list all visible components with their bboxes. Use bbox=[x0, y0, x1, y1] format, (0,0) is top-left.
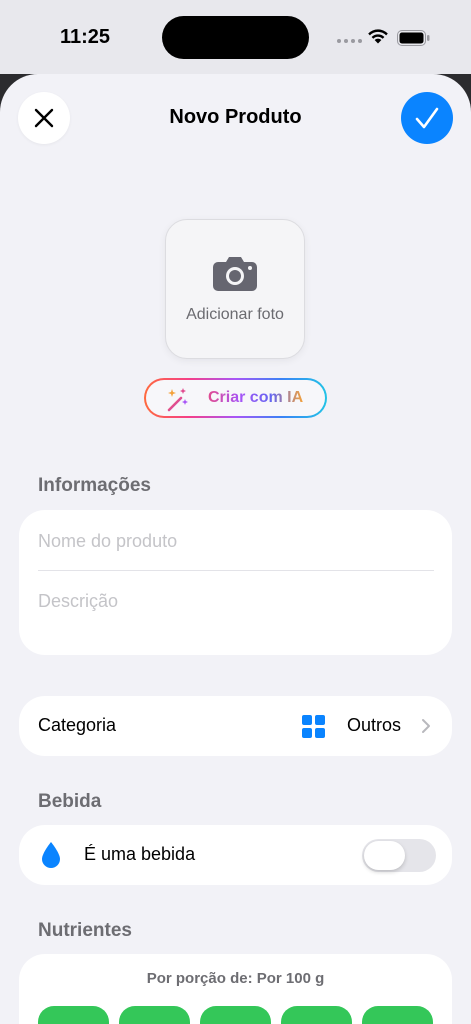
nutrient-pill[interactable] bbox=[281, 1006, 352, 1024]
checkmark-icon bbox=[415, 107, 439, 129]
section-header-nutrients: Nutrientes bbox=[38, 920, 132, 941]
create-with-ai-label: Criar com IA bbox=[208, 389, 304, 406]
water-drop-icon bbox=[42, 842, 60, 868]
description-input[interactable]: Descrição bbox=[38, 591, 118, 612]
nutrients-card: Por porção de: Por 100 g bbox=[19, 954, 452, 1024]
section-header-beverage: Bebida bbox=[38, 791, 102, 812]
nutrient-pill[interactable] bbox=[38, 1006, 109, 1024]
divider bbox=[38, 570, 434, 571]
section-header-information: Informações bbox=[38, 475, 151, 496]
camera-icon bbox=[213, 257, 257, 291]
portion-size-label[interactable]: Por porção de: Por 100 g bbox=[19, 970, 452, 987]
beverage-toggle[interactable] bbox=[362, 839, 436, 872]
dynamic-island bbox=[162, 16, 309, 59]
cellular-signal-icon bbox=[337, 39, 362, 43]
product-name-input[interactable]: Nome do produto bbox=[38, 531, 177, 552]
add-photo-label: Adicionar foto bbox=[186, 306, 284, 323]
nutrient-pill[interactable] bbox=[362, 1006, 433, 1024]
add-photo-button[interactable]: Adicionar foto bbox=[165, 219, 305, 359]
chevron-right-icon bbox=[422, 719, 430, 733]
beverage-label: É uma bebida bbox=[84, 844, 196, 864]
nutrient-pill[interactable] bbox=[119, 1006, 190, 1024]
information-card: Nome do produto Descrição bbox=[19, 510, 452, 655]
toggle-knob bbox=[364, 841, 405, 870]
status-time: 11:25 bbox=[60, 26, 111, 48]
category-value: Outros bbox=[347, 715, 402, 735]
wifi-icon bbox=[368, 29, 388, 44]
category-grid-icon bbox=[302, 715, 325, 738]
status-bar: 11:25 bbox=[0, 0, 471, 74]
confirm-button[interactable] bbox=[401, 92, 453, 144]
nutrient-pill[interactable] bbox=[200, 1006, 271, 1024]
category-label: Categoria bbox=[38, 715, 117, 735]
battery-icon bbox=[397, 30, 430, 46]
beverage-row: É uma bebida bbox=[19, 825, 452, 885]
create-with-ai-button[interactable]: Criar com IA bbox=[144, 378, 327, 418]
magic-wand-icon bbox=[167, 388, 188, 412]
new-product-sheet: Novo Produto Adicionar foto Criar com IA… bbox=[0, 74, 471, 1024]
category-row[interactable]: Categoria Outros bbox=[19, 696, 452, 756]
